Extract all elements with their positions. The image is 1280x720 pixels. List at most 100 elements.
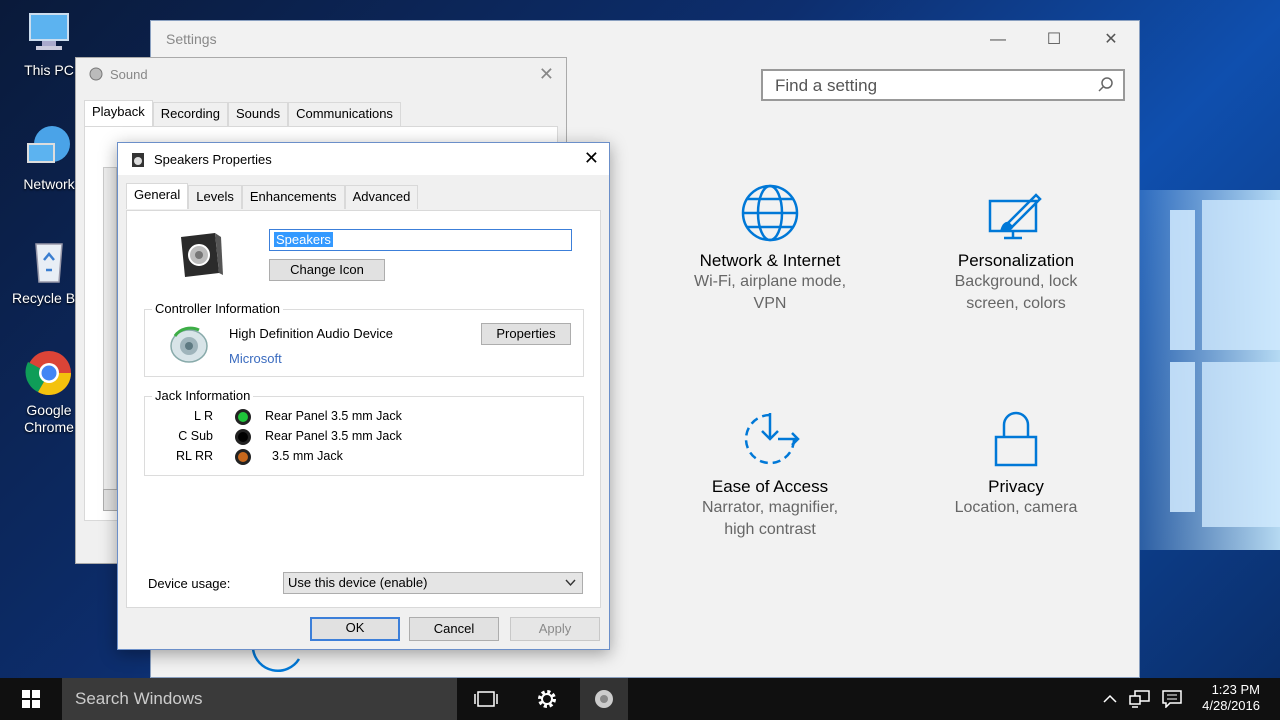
jack-color-dot xyxy=(235,449,251,465)
tab-enhancements[interactable]: Enhancements xyxy=(241,185,345,209)
computer-icon xyxy=(29,13,69,50)
ease-of-access-icon xyxy=(744,413,800,465)
jack-description: 3.5 mm Jack xyxy=(272,449,343,463)
general-panel: Speakers Change Icon Controller Informat… xyxy=(126,210,601,608)
tile-name: Ease of Access xyxy=(711,477,829,496)
controller-device-name: High Definition Audio Device xyxy=(229,326,394,341)
desktop-icon-label: This PC xyxy=(24,62,74,78)
jack-info-group: Jack Information L R Rear Panel 3.5 mm J… xyxy=(144,388,584,476)
controller-info-group: Controller Information High Definition A… xyxy=(144,301,584,377)
apply-button[interactable]: Apply xyxy=(510,617,600,641)
taskbar-clock[interactable]: 1:23 PM 4/28/2016 xyxy=(1202,682,1260,714)
taskbar-sound-button[interactable] xyxy=(580,678,628,720)
sound-tabs: Playback Recording Sounds Communications xyxy=(84,100,401,126)
close-button[interactable]: ✕ xyxy=(539,64,554,85)
chrome-icon xyxy=(25,351,71,395)
taskbar: Search Windows 1:23 PM 4/28/2016 xyxy=(0,678,1280,720)
chevron-down-icon xyxy=(565,579,576,587)
search-icon xyxy=(1098,77,1113,92)
speaker-icon xyxy=(89,67,103,81)
speaker-icon xyxy=(132,153,144,167)
change-icon-button[interactable]: Change Icon xyxy=(269,259,385,281)
lock-icon xyxy=(994,411,1038,467)
device-usage-select[interactable]: Use this device (enable) xyxy=(283,572,583,594)
group-label: Controller Information xyxy=(152,301,283,316)
tab-levels[interactable]: Levels xyxy=(188,185,242,209)
start-button[interactable] xyxy=(6,678,56,720)
network-tray-button[interactable] xyxy=(1126,678,1154,720)
clock-date: 4/28/2016 xyxy=(1202,698,1260,713)
paint-screen-icon xyxy=(988,193,1042,240)
tile-desc: Location, camera xyxy=(954,499,1078,516)
cancel-button[interactable]: Cancel xyxy=(409,617,499,641)
jack-row: RL RR 3.5 mm Jack xyxy=(145,447,565,467)
search-placeholder: Find a setting xyxy=(775,76,878,95)
wallpaper-pane xyxy=(1202,200,1280,350)
tile-desc: Wi-Fi, airplane mode, VPN xyxy=(693,273,847,312)
search-placeholder: Search Windows xyxy=(75,689,203,708)
ok-button[interactable]: OK xyxy=(310,617,400,641)
speaker-icon xyxy=(595,690,613,708)
wallpaper-pane xyxy=(1170,210,1195,350)
jack-row: C Sub Rear Panel 3.5 mm Jack xyxy=(145,427,565,447)
wallpaper-pane xyxy=(1170,362,1195,512)
controller-vendor-link[interactable]: Microsoft xyxy=(229,351,282,366)
jack-channel: RL RR xyxy=(175,449,213,463)
jack-description: Rear Panel 3.5 mm Jack xyxy=(265,429,402,443)
settings-search-input[interactable]: Find a setting xyxy=(761,69,1125,101)
tile-ease-of-access[interactable]: Ease of Access Narrator, magnifier, high… xyxy=(670,409,870,541)
device-usage-label: Device usage: xyxy=(148,576,231,591)
tile-name: Network & Internet xyxy=(699,251,841,270)
titlebar: Speakers Properties ✕ xyxy=(118,143,609,175)
tab-communications[interactable]: Communications xyxy=(288,102,401,126)
desktop-icon-label: Google Chrome xyxy=(24,402,74,435)
jack-channel: C Sub xyxy=(178,429,213,443)
selected-text: Speakers xyxy=(274,232,333,247)
tile-desc: Narrator, magnifier, high contrast xyxy=(701,499,839,538)
tab-advanced[interactable]: Advanced xyxy=(344,185,419,209)
tile-personalization[interactable]: Personalization Background, lock screen,… xyxy=(916,183,1116,315)
settings-title: Settings xyxy=(166,31,217,47)
maximize-button[interactable]: ☐ xyxy=(1034,27,1074,53)
wallpaper-pane xyxy=(1202,362,1280,527)
tile-name: Privacy xyxy=(988,477,1044,496)
jack-description: Rear Panel 3.5 mm Jack xyxy=(265,409,402,423)
jack-color-dot xyxy=(235,409,251,425)
dialog-title: Speakers Properties xyxy=(154,152,272,167)
tab-general[interactable]: General xyxy=(126,183,189,209)
tile-privacy[interactable]: Privacy Location, camera xyxy=(916,409,1116,519)
properties-button[interactable]: Properties xyxy=(481,323,571,345)
desktop-icon-label: Network xyxy=(23,176,75,192)
close-button[interactable]: ✕ xyxy=(584,148,599,169)
tile-name: Personalization xyxy=(957,251,1075,270)
gear-icon xyxy=(538,690,556,708)
audio-device-icon xyxy=(170,326,208,363)
minimize-button[interactable]: — xyxy=(978,27,1018,53)
jack-row: L R Rear Panel 3.5 mm Jack xyxy=(145,407,565,427)
action-center-button[interactable] xyxy=(1158,678,1186,720)
taskbar-search-input[interactable]: Search Windows xyxy=(62,678,457,720)
task-view-button[interactable] xyxy=(462,678,510,720)
recycle-bin-icon xyxy=(35,243,63,283)
device-list xyxy=(103,167,117,507)
globe-icon xyxy=(741,184,799,242)
jack-color-dot xyxy=(235,429,251,445)
tab-recording[interactable]: Recording xyxy=(152,102,229,126)
chevron-up-icon xyxy=(1103,694,1117,703)
taskbar-settings-button[interactable] xyxy=(523,678,571,720)
speakers-properties-dialog: Speakers Properties ✕ General Levels Enh… xyxy=(117,142,610,650)
close-button[interactable]: ✕ xyxy=(1091,27,1131,53)
device-usage-value: Use this device (enable) xyxy=(288,575,428,590)
network-globe-icon xyxy=(27,126,70,163)
group-label: Jack Information xyxy=(152,388,254,403)
task-view-icon xyxy=(474,691,498,707)
speaker-device-icon xyxy=(181,233,223,277)
network-icon xyxy=(1129,690,1150,708)
tile-desc: Background, lock screen, colors xyxy=(954,273,1078,312)
tile-network-internet[interactable]: Network & Internet Wi-Fi, airplane mode,… xyxy=(670,183,870,315)
jack-channel: L R xyxy=(194,409,213,423)
show-hidden-icons-button[interactable] xyxy=(1100,678,1120,720)
clock-time: 1:23 PM xyxy=(1211,682,1260,697)
tab-sounds[interactable]: Sounds xyxy=(228,102,289,126)
tab-playback[interactable]: Playback xyxy=(84,100,153,126)
